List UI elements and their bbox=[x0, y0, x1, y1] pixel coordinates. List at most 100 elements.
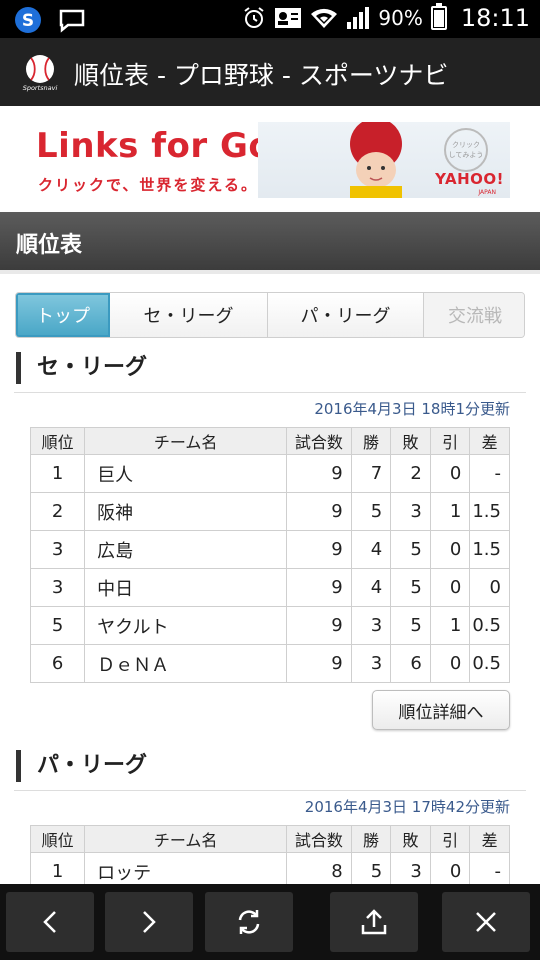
table-row: 6 ＤｅＮＡ 9 3 6 0 0.5 bbox=[29, 644, 510, 683]
table-row: 3 中日 9 4 5 0 0 bbox=[29, 568, 510, 607]
baseball-logo-icon: Sportsnavi bbox=[20, 55, 60, 92]
games-cell: 9 bbox=[286, 644, 352, 683]
col-team: チーム名 bbox=[84, 427, 288, 455]
share-button[interactable] bbox=[330, 892, 418, 952]
page-section-header: 順位表 bbox=[0, 212, 540, 274]
refresh-button[interactable] bbox=[205, 892, 293, 952]
yahoo-logo: YAHOO! bbox=[435, 170, 504, 188]
back-button[interactable] bbox=[6, 892, 94, 952]
league-tabs: トップ セ・リーグ パ・リーグ 交流戦 bbox=[15, 292, 525, 338]
standings-detail-button[interactable]: 順位詳細へ bbox=[372, 690, 510, 730]
losses-cell: 3 bbox=[390, 492, 431, 531]
divider bbox=[14, 392, 526, 393]
app-title-bar: Sportsnavi 順位表 - プロ野球 - スポーツナビ bbox=[0, 38, 540, 106]
tab-central-league[interactable]: セ・リーグ bbox=[110, 293, 268, 337]
team-link[interactable]: 巨人 bbox=[84, 454, 288, 493]
back-icon bbox=[43, 911, 56, 933]
games-behind-cell: 0.5 bbox=[469, 644, 510, 683]
losses-cell: 2 bbox=[390, 454, 431, 493]
col-team: チーム名 bbox=[84, 825, 288, 853]
losses-cell: 5 bbox=[390, 606, 431, 645]
col-wins: 勝 bbox=[350, 427, 392, 455]
losses-cell: 5 bbox=[390, 568, 431, 607]
wins-cell: 3 bbox=[350, 644, 392, 683]
pacific-standings-table: 順位 チーム名 試合数 勝 敗 引 差 1 ロッテ 8 5 3 0- bbox=[29, 825, 510, 891]
games-behind-cell: 1.5 bbox=[469, 530, 510, 569]
app-icon-label: Sportsnavi bbox=[23, 84, 58, 92]
team-link[interactable]: 中日 bbox=[84, 568, 288, 607]
contact-card-icon bbox=[275, 8, 302, 28]
games-cell: 9 bbox=[286, 530, 352, 569]
pacific-league-title: パ・リーグ bbox=[16, 750, 147, 782]
ties-cell: 1 bbox=[429, 606, 471, 645]
clock: 18:11 bbox=[460, 4, 530, 32]
col-ties: 引 bbox=[429, 825, 471, 853]
wins-cell: 7 bbox=[350, 454, 392, 493]
col-losses: 敗 bbox=[390, 825, 431, 853]
forward-icon bbox=[143, 911, 156, 933]
table-row: 2 阪神 9 5 3 1 1.5 bbox=[29, 492, 510, 531]
section-title: 順位表 bbox=[16, 233, 83, 258]
col-ties: 引 bbox=[429, 427, 471, 455]
ad-photo: クリック してみよう YAHOO! JAPAN bbox=[258, 122, 510, 198]
ties-cell: 0 bbox=[429, 568, 471, 607]
losses-cell: 5 bbox=[390, 530, 431, 569]
signal-icon bbox=[347, 7, 370, 29]
rank-cell: 2 bbox=[29, 492, 86, 531]
team-link[interactable]: ＤｅＮＡ bbox=[84, 644, 288, 683]
col-wins: 勝 bbox=[350, 825, 392, 853]
col-games: 試合数 bbox=[286, 825, 352, 853]
rank-cell: 1 bbox=[29, 454, 86, 493]
col-rank: 順位 bbox=[29, 825, 86, 853]
ad-banner[interactable]: Links for Good クリックで、世界を変える。 クリック してみよう … bbox=[30, 122, 510, 198]
close-icon bbox=[476, 912, 496, 932]
ties-cell: 1 bbox=[429, 492, 471, 531]
team-link[interactable]: 広島 bbox=[84, 530, 288, 569]
s-app-icon: S bbox=[15, 7, 41, 33]
rank-cell: 5 bbox=[29, 606, 86, 645]
team-link[interactable]: ヤクルト bbox=[84, 606, 288, 645]
rank-cell: 6 bbox=[29, 644, 86, 683]
tab-pacific-league[interactable]: パ・リーグ bbox=[268, 293, 424, 337]
wins-cell: 4 bbox=[350, 568, 392, 607]
alarm-icon bbox=[244, 7, 264, 28]
ad-click-badge: クリック してみよう bbox=[444, 128, 488, 172]
battery-icon bbox=[430, 3, 447, 30]
pacific-updated-timestamp: 2016年4月3日 17時42分更新 bbox=[304, 798, 510, 816]
central-league-title: セ・リーグ bbox=[16, 352, 147, 384]
rank-cell: 3 bbox=[29, 568, 86, 607]
table-row: 5 ヤクルト 9 3 5 1 0.5 bbox=[29, 606, 510, 645]
central-standings-table: 順位 チーム名 試合数 勝 敗 引 差 1 巨人 9 7 2 0-2 阪神 9 5 3 1 1.5 3 広… bbox=[29, 427, 510, 683]
ties-cell: 0 bbox=[429, 530, 471, 569]
svg-text:S: S bbox=[22, 11, 34, 31]
yahoo-logo-sub: JAPAN bbox=[478, 189, 496, 196]
ties-cell: 0 bbox=[429, 454, 471, 493]
status-bar: S 90% 18:11 bbox=[0, 0, 540, 38]
chat-bubble-icon bbox=[59, 9, 85, 33]
tab-interleague: 交流戦 bbox=[424, 293, 524, 337]
col-games: 試合数 bbox=[286, 427, 352, 455]
rank-cell: 3 bbox=[29, 530, 86, 569]
losses-cell: 6 bbox=[390, 644, 431, 683]
games-cell: 9 bbox=[286, 606, 352, 645]
col-games-behind: 差 bbox=[469, 825, 510, 853]
battery-percent: 90% bbox=[378, 6, 423, 30]
central-updated-timestamp: 2016年4月3日 18時1分更新 bbox=[314, 400, 510, 418]
refresh-icon bbox=[238, 910, 260, 934]
browser-bottom-nav bbox=[0, 884, 540, 960]
games-cell: 9 bbox=[286, 568, 352, 607]
tab-top[interactable]: トップ bbox=[16, 293, 110, 337]
wins-cell: 5 bbox=[350, 492, 392, 531]
games-cell: 9 bbox=[286, 492, 352, 531]
close-button[interactable] bbox=[442, 892, 530, 952]
games-cell: 9 bbox=[286, 454, 352, 493]
table-header-row: 順位 チーム名 試合数 勝 敗 引 差 bbox=[29, 825, 510, 853]
ties-cell: 0 bbox=[429, 644, 471, 683]
screen: S 90% 18:11 Sportsnavi 順位表 - プロ野球 - スポーツ… bbox=[0, 0, 540, 960]
table-header-row: 順位 チーム名 試合数 勝 敗 引 差 bbox=[29, 427, 510, 455]
games-behind-cell: - bbox=[469, 454, 510, 493]
team-link[interactable]: 阪神 bbox=[84, 492, 288, 531]
table-row: 3 広島 9 4 5 0 1.5 bbox=[29, 530, 510, 569]
forward-button[interactable] bbox=[105, 892, 193, 952]
games-behind-cell: 0 bbox=[469, 568, 510, 607]
